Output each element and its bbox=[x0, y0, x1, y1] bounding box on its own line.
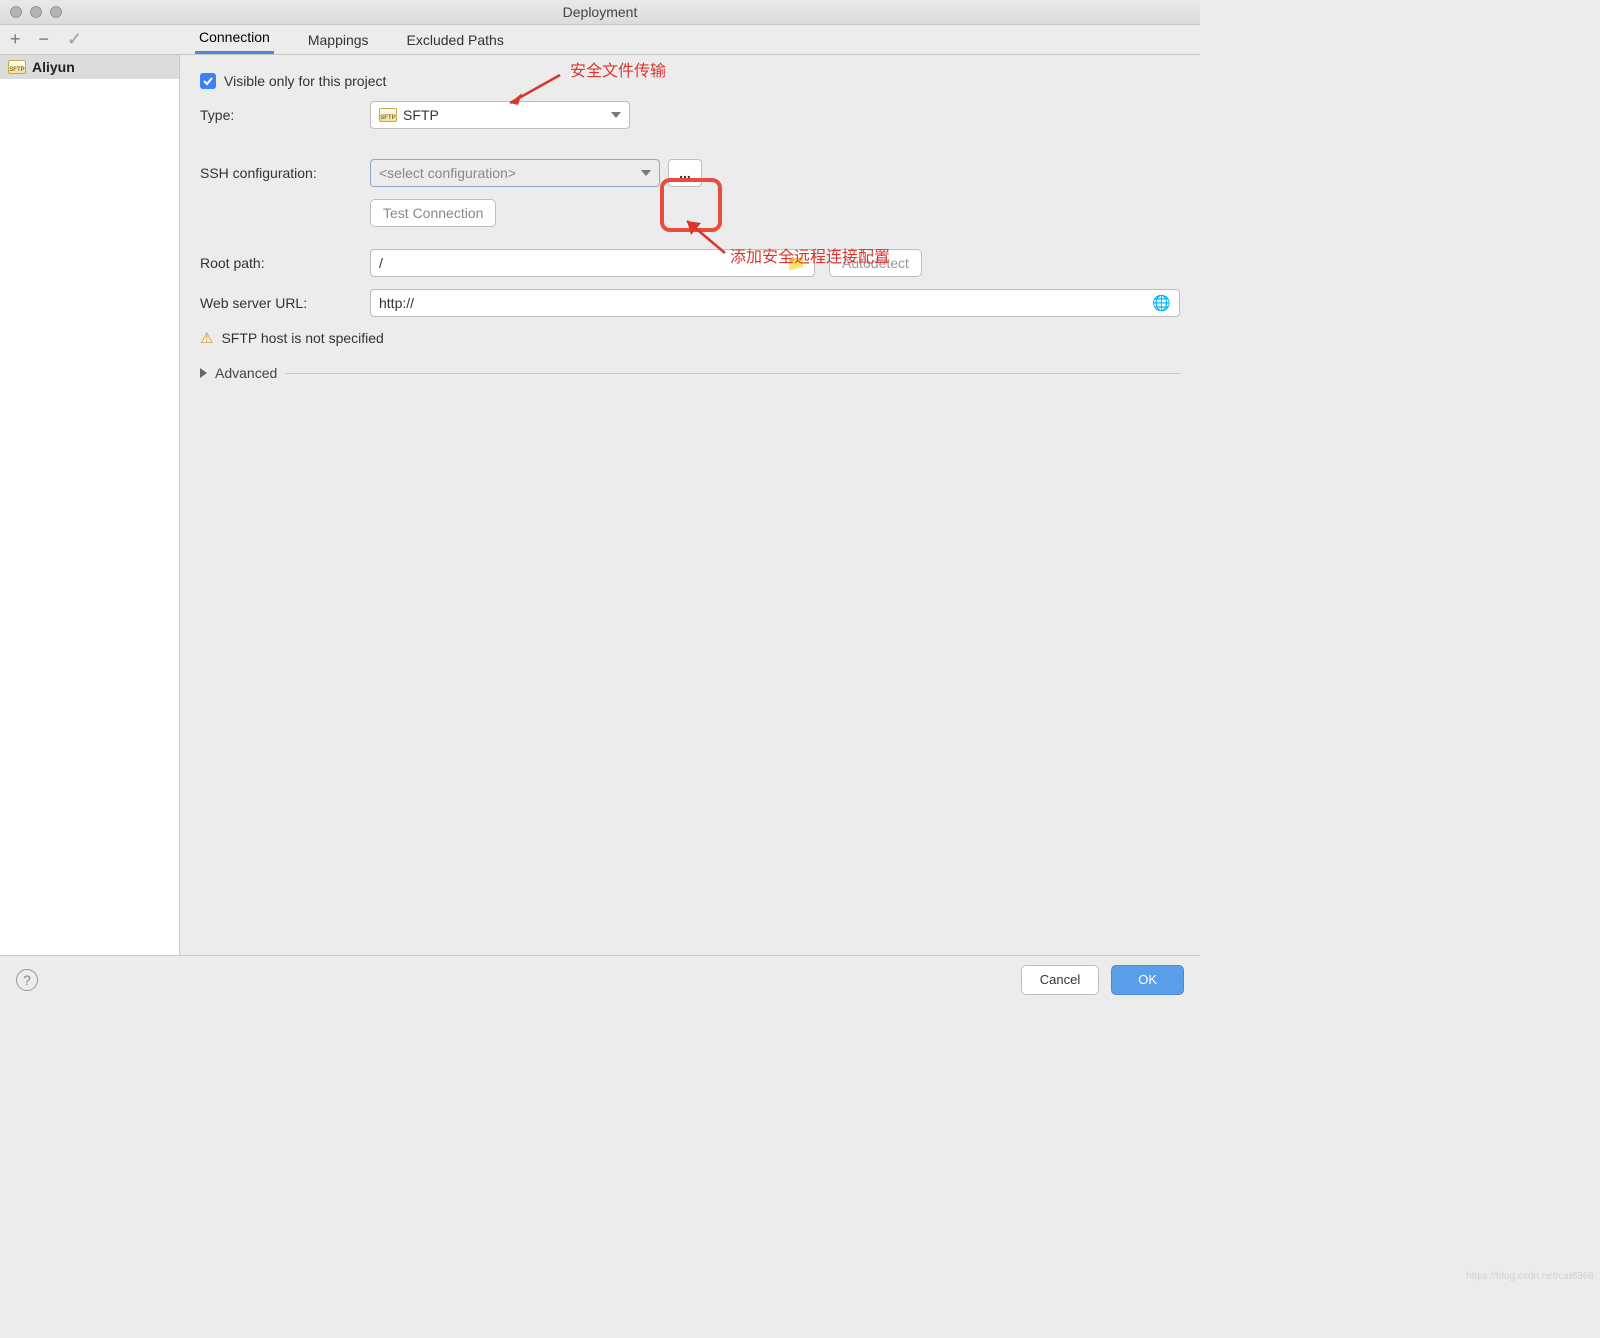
ok-button[interactable]: OK bbox=[1111, 965, 1184, 995]
ssh-config-placeholder: <select configuration> bbox=[379, 165, 516, 181]
warning-message: ⚠ SFTP host is not specified bbox=[200, 329, 1180, 347]
ssh-config-label: SSH configuration: bbox=[200, 165, 370, 181]
warning-icon: ⚠ bbox=[200, 329, 213, 347]
server-name: Aliyun bbox=[32, 59, 75, 75]
web-server-url-label: Web server URL: bbox=[200, 295, 370, 311]
tab-mappings[interactable]: Mappings bbox=[304, 26, 373, 54]
tab-excluded-paths[interactable]: Excluded Paths bbox=[403, 26, 508, 54]
type-label: Type: bbox=[200, 107, 370, 123]
server-list-toolbar: + − ✓ bbox=[0, 25, 180, 54]
visible-only-label: Visible only for this project bbox=[224, 73, 386, 89]
chevron-down-icon bbox=[641, 170, 651, 176]
watermark: https://blog.csdn.net/cat6368 bbox=[1466, 1271, 1594, 1282]
root-path-label: Root path: bbox=[200, 255, 370, 271]
dialog-footer: ? Cancel OK bbox=[0, 955, 1200, 1003]
validate-button[interactable]: ✓ bbox=[67, 29, 82, 50]
type-value: SFTP bbox=[403, 107, 439, 123]
advanced-section-toggle[interactable]: Advanced bbox=[200, 365, 1180, 381]
chevron-right-icon bbox=[200, 368, 207, 378]
cancel-button[interactable]: Cancel bbox=[1021, 965, 1099, 995]
help-button[interactable]: ? bbox=[16, 969, 38, 991]
ssh-config-dropdown[interactable]: <select configuration> bbox=[370, 159, 660, 187]
web-server-url-input[interactable]: http:// 🌐 bbox=[370, 289, 1180, 317]
server-list: Aliyun bbox=[0, 55, 180, 955]
remove-server-button[interactable]: − bbox=[39, 29, 50, 50]
help-icon: ? bbox=[23, 972, 31, 988]
test-connection-button[interactable]: Test Connection bbox=[370, 199, 496, 227]
tab-connection[interactable]: Connection bbox=[195, 23, 274, 54]
visible-only-checkbox[interactable] bbox=[200, 73, 216, 89]
sftp-icon bbox=[8, 60, 26, 74]
annotation-secure-transfer: 安全文件传输 bbox=[570, 57, 666, 81]
add-server-button[interactable]: + bbox=[10, 29, 21, 50]
window-title: Deployment bbox=[0, 4, 1200, 20]
advanced-label: Advanced bbox=[215, 365, 277, 381]
chevron-down-icon bbox=[611, 112, 621, 118]
main: Aliyun Visible only for this project Typ… bbox=[0, 55, 1200, 955]
titlebar: Deployment bbox=[0, 0, 1200, 25]
globe-icon[interactable]: 🌐 bbox=[1152, 294, 1171, 312]
sftp-icon bbox=[379, 108, 397, 122]
annotation-arrow-icon bbox=[500, 71, 570, 111]
annotation-arrow-icon bbox=[675, 213, 735, 263]
annotation-add-ssh: 添加安全远程连接配置 bbox=[730, 243, 890, 267]
warning-text: SFTP host is not specified bbox=[221, 330, 383, 346]
header: + − ✓ Connection Mappings Excluded Paths bbox=[0, 25, 1200, 55]
tabs: Connection Mappings Excluded Paths bbox=[180, 25, 1200, 54]
divider bbox=[285, 373, 1180, 374]
connection-panel: Visible only for this project Type: SFTP… bbox=[180, 55, 1200, 955]
server-list-item[interactable]: Aliyun bbox=[0, 55, 179, 79]
